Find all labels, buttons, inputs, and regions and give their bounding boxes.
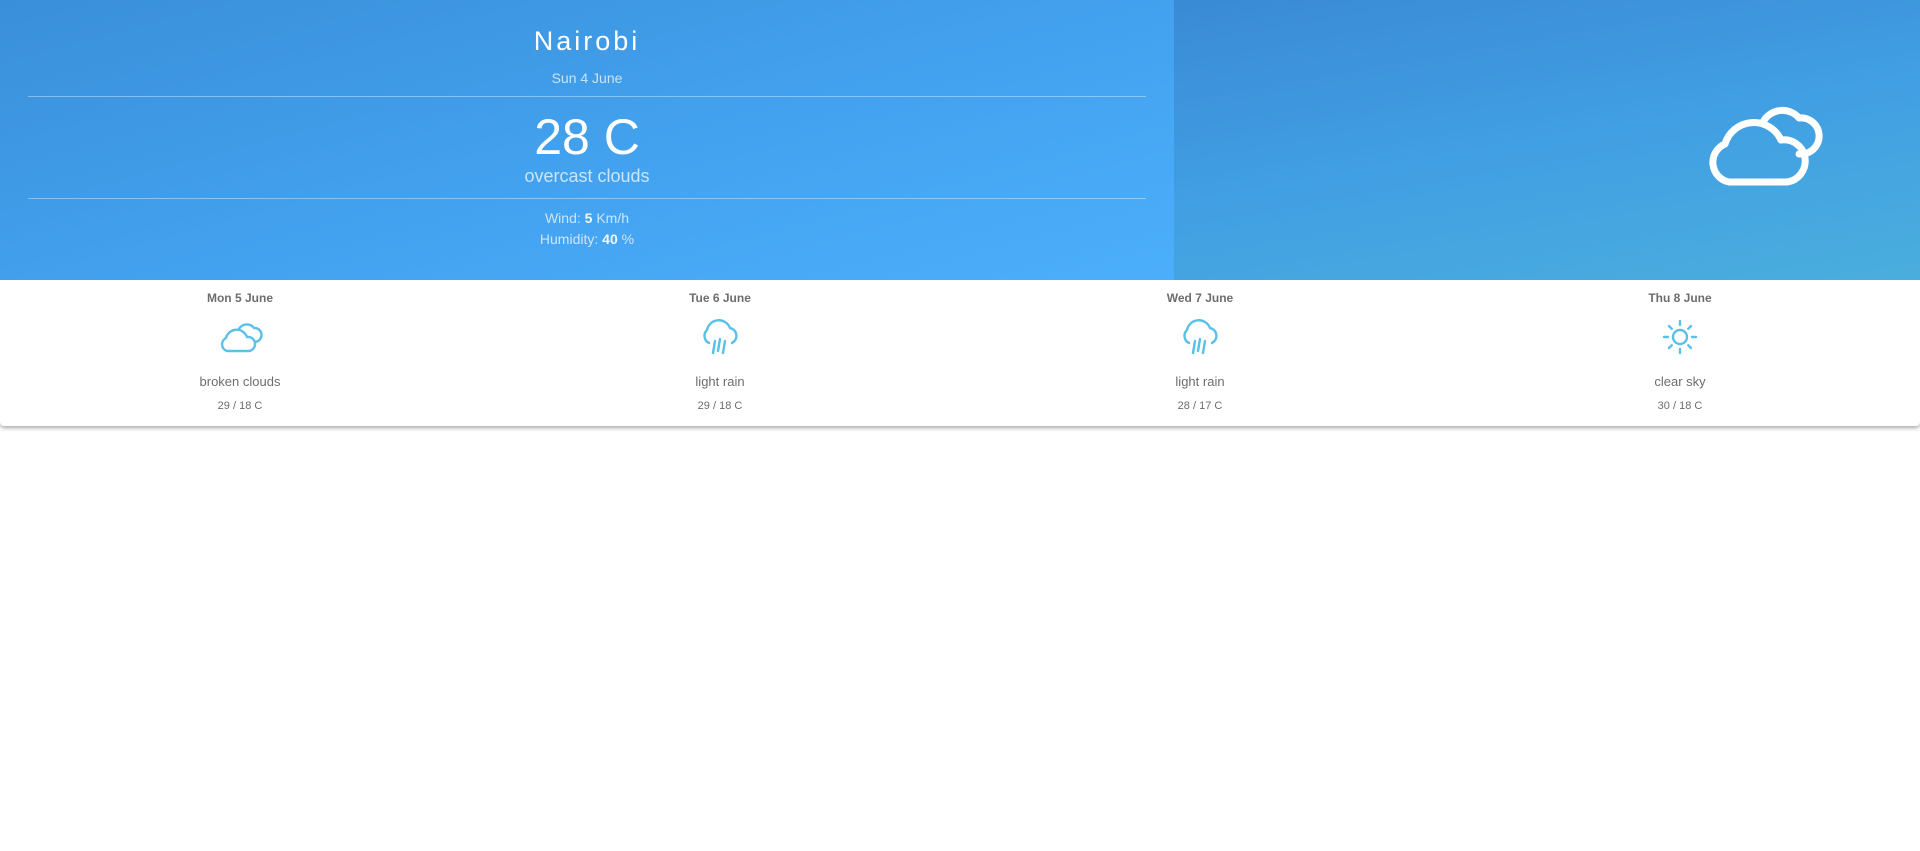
overcast-clouds-icon bbox=[1709, 106, 1823, 186]
forecast-temps: 30 / 18 C bbox=[1657, 400, 1703, 412]
forecast-description: light rain bbox=[695, 374, 745, 389]
divider bbox=[28, 198, 1146, 199]
city-name: Nairobi bbox=[533, 26, 641, 56]
forecast-day-name: Mon 5 June bbox=[206, 291, 273, 305]
humidity-stat: Humidity: 40 % bbox=[0, 231, 1174, 247]
wind-stat: Wind: 5 Km/h bbox=[0, 210, 1174, 226]
light-rain-icon bbox=[703, 319, 738, 355]
forecast-day: Thu 8 June clear sky 30 / 18 C bbox=[1440, 280, 1920, 426]
forecast-row: Mon 5 June broken clouds 29 / 18 C Tue 6… bbox=[0, 280, 1920, 426]
forecast-day-name: Wed 7 June bbox=[1166, 291, 1234, 305]
forecast-day: Mon 5 June broken clouds 29 / 18 C bbox=[0, 280, 480, 426]
forecast-description: broken clouds bbox=[199, 374, 281, 389]
current-weather-panel: Nairobi Sun 4 June 28 C overcast clouds … bbox=[0, 0, 1920, 280]
forecast-day-name: Thu 8 June bbox=[1648, 291, 1712, 305]
current-weather-icon-panel bbox=[1174, 0, 1920, 280]
forecast-day-name: Tue 6 June bbox=[689, 291, 751, 305]
wind-unit: Km/h bbox=[596, 210, 630, 226]
broken-clouds-icon bbox=[220, 323, 263, 353]
humidity-value: 40 bbox=[602, 231, 618, 247]
forecast-day: Tue 6 June light rain 29 / 18 C bbox=[480, 280, 960, 426]
humidity-label: Humidity: bbox=[539, 231, 599, 247]
current-temperature: 28 C bbox=[534, 109, 640, 165]
current-weather-details: Nairobi Sun 4 June 28 C overcast clouds … bbox=[0, 0, 1174, 280]
forecast-description: clear sky bbox=[1654, 374, 1706, 389]
current-description: overcast clouds bbox=[524, 166, 650, 186]
light-rain-icon bbox=[1183, 319, 1218, 355]
current-date: Sun 4 June bbox=[551, 70, 623, 86]
humidity-unit: % bbox=[621, 231, 635, 247]
wind-label: Wind: bbox=[544, 210, 581, 226]
forecast-temps: 28 / 17 C bbox=[1177, 400, 1223, 412]
clear-sky-icon bbox=[1662, 319, 1698, 355]
forecast-description: light rain bbox=[1175, 374, 1225, 389]
weather-widget: Nairobi Sun 4 June 28 C overcast clouds … bbox=[0, 0, 1920, 426]
divider bbox=[28, 96, 1146, 97]
wind-value: 5 bbox=[584, 210, 593, 226]
forecast-temps: 29 / 18 C bbox=[217, 400, 263, 412]
forecast-temps: 29 / 18 C bbox=[697, 400, 743, 412]
forecast-day: Wed 7 June light rain 28 / 17 C bbox=[960, 280, 1440, 426]
